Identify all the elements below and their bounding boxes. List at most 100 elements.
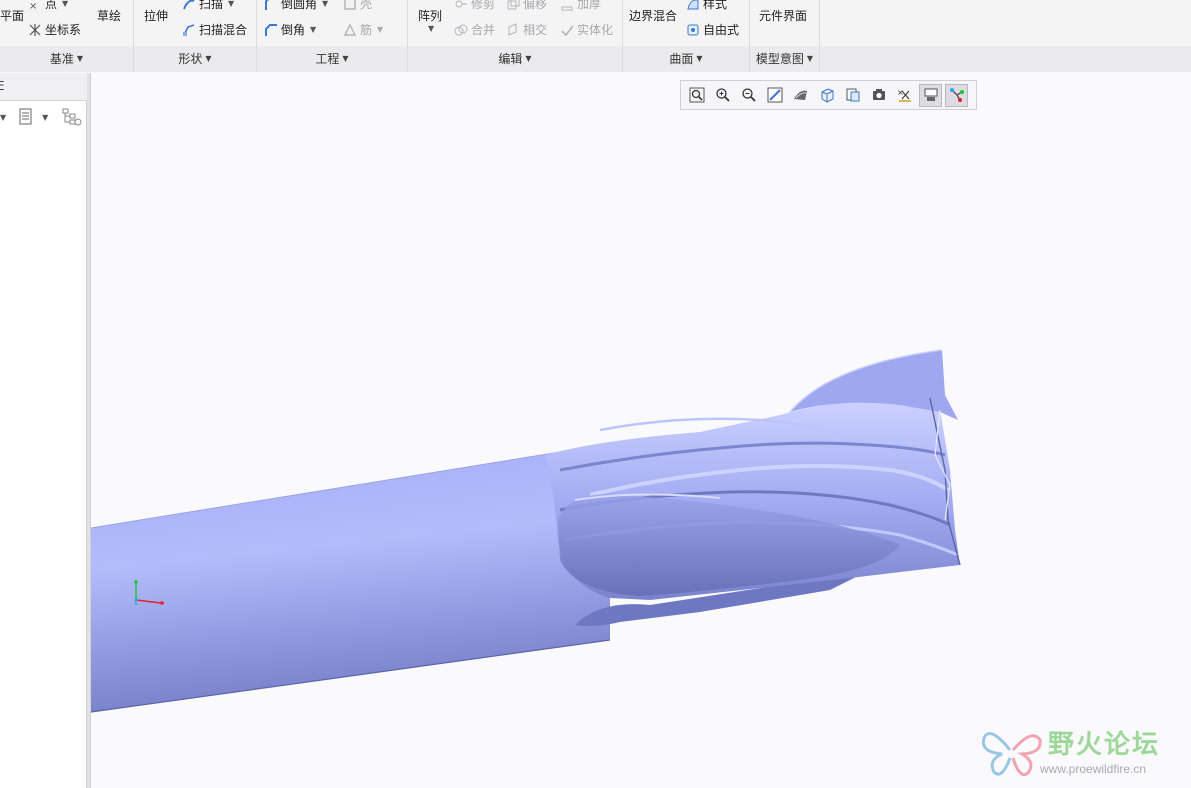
chevron-down-icon: ▼: [310, 25, 317, 34]
svg-text:×: ×: [29, 1, 37, 11]
merge-button[interactable]: 合并: [454, 21, 495, 38]
graphics-window[interactable]: [91, 73, 1191, 788]
chevron-down-icon: ▼: [322, 0, 329, 8]
view-manager-icon[interactable]: [841, 84, 864, 107]
chevron-down-icon: ▼: [377, 25, 384, 34]
chamfer-icon: [264, 23, 278, 37]
thicken-button[interactable]: 加厚: [560, 0, 601, 12]
shell-button[interactable]: 壳: [343, 0, 372, 12]
in-graphics-toolbar: ×: [680, 80, 977, 110]
swept-blend-label: 扫描混合: [199, 23, 248, 37]
zoom-out-icon[interactable]: [737, 84, 760, 107]
freestyle-icon: [686, 23, 700, 37]
ribbon: 平面 × 点 ▼ 坐标系 草绘 基准 ▼ 拉伸 扫描 ▼ 扫描混合 形状 ▼ 倒…: [0, 0, 1191, 72]
intersect-icon: [506, 22, 520, 37]
display-style-icon[interactable]: [789, 84, 812, 107]
chevron-down-icon[interactable]: ▼: [0, 113, 6, 122]
offset-button[interactable]: 偏移: [506, 0, 547, 12]
sketch-button[interactable]: 草绘: [97, 7, 121, 24]
shapes-group-label[interactable]: 形状 ▼: [134, 48, 256, 68]
repaint-icon[interactable]: [763, 84, 786, 107]
pattern-dropdown[interactable]: ▼: [426, 24, 434, 33]
pattern-button[interactable]: 阵列: [418, 7, 442, 24]
annotation-display-icon[interactable]: [919, 83, 942, 107]
model-tree-tab[interactable]: E: [0, 79, 5, 93]
point-button[interactable]: × 点 ▼: [28, 0, 68, 12]
tree-filter-icon[interactable]: [62, 108, 82, 126]
merge-label: 合并: [471, 23, 496, 37]
datum-group: 平面 × 点 ▼ 坐标系 草绘 基准 ▼: [0, 0, 134, 72]
surfaces-group-label[interactable]: 曲面 ▼: [623, 48, 749, 68]
rib-button[interactable]: 筋 ▼: [343, 21, 383, 38]
trim-button[interactable]: 修剪: [454, 0, 495, 12]
zoom-in-icon[interactable]: [711, 84, 734, 107]
boundary-blend-button[interactable]: 边界混合: [629, 7, 677, 24]
chamfer-button[interactable]: 倒角 ▼: [264, 21, 316, 38]
round-icon: [264, 0, 278, 11]
shapes-group: 拉伸 扫描 ▼ 扫描混合 形状 ▼: [134, 0, 257, 72]
datum-group-label[interactable]: 基准 ▼: [0, 48, 133, 68]
intersect-label: 相交: [523, 23, 548, 37]
perspective-icon[interactable]: [867, 84, 890, 107]
shell-label: 壳: [360, 0, 373, 11]
round-label: 倒圆角: [281, 0, 318, 11]
chevron-down-icon[interactable]: ▼: [42, 113, 48, 122]
tree-settings-icon[interactable]: [18, 108, 34, 126]
plane-label: 平面: [0, 9, 25, 23]
chevron-down-icon: ▼: [342, 53, 349, 63]
component-interface-button[interactable]: 元件界面: [759, 7, 807, 24]
plane-button[interactable]: 平面: [0, 7, 24, 24]
datum-display-icon[interactable]: ×: [893, 84, 916, 107]
csys-button[interactable]: 坐标系: [28, 21, 81, 38]
thicken-icon: [560, 0, 574, 11]
engineering-group-label[interactable]: 工程 ▼: [257, 48, 407, 68]
watermark-url: www.proewildfire.cn: [1040, 762, 1147, 776]
sketch-label: 草绘: [97, 9, 122, 23]
refit-icon[interactable]: [685, 84, 708, 107]
style-label: 样式: [703, 0, 728, 11]
thicken-label: 加厚: [577, 0, 602, 11]
offset-icon: [506, 0, 520, 11]
surfaces-group: 边界混合 样式 自由式 曲面 ▼: [623, 0, 750, 72]
intersect-button[interactable]: 相交: [506, 21, 547, 38]
chevron-down-icon: ▼: [205, 53, 212, 63]
chevron-down-icon: ▼: [76, 53, 84, 63]
editing-group: 阵列 ▼ 修剪 偏移 加厚 合并 相交 实体化 编辑 ▼: [408, 0, 623, 72]
solidify-button[interactable]: 实体化: [560, 21, 613, 38]
model-tree-tools: ▼ ▼: [0, 103, 87, 131]
point-icon: ×: [28, 0, 42, 12]
watermark-title: 野火论坛: [1048, 730, 1161, 760]
model-tree-tabbar: E: [0, 73, 87, 101]
rib-icon: [343, 22, 357, 37]
editing-group-label[interactable]: 编辑 ▼: [408, 48, 622, 68]
spin-center-icon[interactable]: [945, 83, 968, 107]
chamfer-label: 倒角: [281, 23, 306, 37]
chevron-down-icon: ▼: [696, 53, 703, 63]
extrude-label: 拉伸: [144, 9, 169, 23]
component-interface-label: 元件界面: [759, 9, 808, 23]
engineering-group: 倒圆角 ▼ 壳 倒角 ▼ 筋 ▼ 工程 ▼: [257, 0, 408, 72]
sweep-icon: [182, 0, 196, 11]
freestyle-label: 自由式: [703, 23, 740, 37]
model-tree-panel: E ▼ ▼: [0, 73, 87, 788]
extrude-button[interactable]: 拉伸: [144, 7, 168, 24]
swept-blend-button[interactable]: 扫描混合: [182, 21, 247, 38]
chevron-down-icon: ▼: [525, 53, 532, 63]
style-button[interactable]: 样式: [686, 0, 727, 12]
trim-label: 修剪: [471, 0, 496, 11]
rib-label: 筋: [360, 23, 373, 37]
chevron-down-icon: ▼: [428, 24, 435, 33]
trim-icon: [454, 0, 468, 11]
saved-orientations-icon[interactable]: [815, 84, 838, 107]
model-intent-group-label[interactable]: 模型意图 ▼: [750, 48, 819, 68]
solidify-icon: [560, 23, 574, 37]
model-intent-group: 元件界面 模型意图 ▼: [750, 0, 820, 72]
merge-icon: [454, 23, 468, 37]
csys-label: 坐标系: [45, 23, 82, 37]
pattern-label: 阵列: [418, 9, 443, 23]
boundary-blend-label: 边界混合: [629, 9, 678, 23]
sweep-button[interactable]: 扫描 ▼: [182, 0, 234, 12]
chevron-down-icon: ▼: [806, 53, 814, 63]
round-button[interactable]: 倒圆角 ▼: [264, 0, 328, 12]
freestyle-button[interactable]: 自由式: [686, 21, 739, 38]
